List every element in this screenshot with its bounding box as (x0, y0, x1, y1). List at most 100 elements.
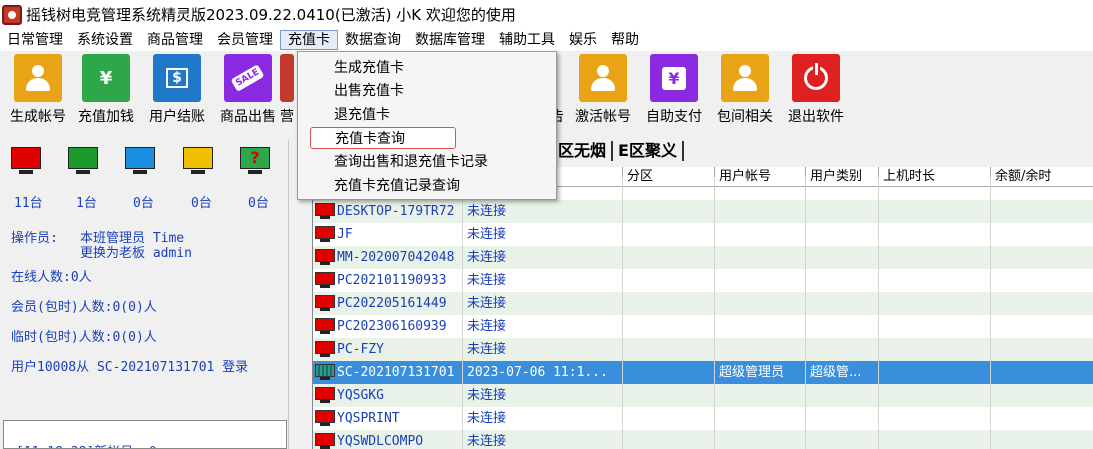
menu-item-card-query[interactable]: 充值卡查询 (310, 127, 456, 149)
menu-entertainment[interactable]: 娱乐 (562, 30, 604, 50)
cell-user-type (806, 200, 879, 223)
cell-duration (879, 269, 991, 292)
cell-status: 未连接 (463, 384, 623, 407)
cell-duration (879, 177, 991, 200)
cell-user-type (806, 430, 879, 449)
cell-duration (879, 223, 991, 246)
cell-account (715, 430, 806, 449)
menu-item-generate-card[interactable]: 生成充值卡 (310, 57, 546, 79)
log-panel[interactable]: [11:18:38]新帐号: 0 (3, 420, 287, 449)
table-row[interactable]: MM-202007042048 未连接 (313, 246, 1093, 269)
computer-icon (315, 203, 335, 220)
menu-item-recharge-records[interactable]: 充值卡充值记录查询 (310, 175, 546, 197)
cell-account (715, 223, 806, 246)
table-row[interactable]: YQSPRINT 未连接 (313, 407, 1093, 430)
money-bag-icon: ¥ (82, 54, 130, 102)
cell-zone (623, 315, 715, 338)
menu-members[interactable]: 会员管理 (210, 30, 280, 50)
private-room-button[interactable]: 包间相关 (709, 54, 781, 126)
table-row[interactable]: PC202205161449 未连接 (313, 292, 1093, 315)
activate-account-button[interactable]: 激活帐号 (567, 54, 639, 126)
table-row[interactable]: PC202101190933 未连接 (313, 269, 1093, 292)
table-row[interactable]: YQSWDLCOMPO 未连接 (313, 430, 1093, 449)
power-icon (792, 54, 840, 102)
cell-machine-name: PC202306160939 (333, 315, 463, 338)
cell-balance (991, 430, 1093, 449)
checkout-button[interactable]: $ 用户结账 (141, 54, 213, 126)
cell-status: 未连接 (463, 223, 623, 246)
exit-button[interactable]: 退出软件 (780, 54, 852, 126)
tab-zone-no-smoking[interactable]: 区无烟 (553, 141, 614, 161)
cell-machine-name: DESKTOP-179TR72 (333, 200, 463, 223)
table-row[interactable]: PC-FZY 未连接 (313, 338, 1093, 361)
cell-machine-name: PC202101190933 (333, 269, 463, 292)
cell-user-type (806, 407, 879, 430)
table-row[interactable]: PC202306160939 未连接 (313, 315, 1093, 338)
operator-line2[interactable]: 更换为老板 admin (80, 242, 192, 261)
menu-item-refund-card[interactable]: 退充值卡 (310, 104, 546, 126)
table-row[interactable]: YQSGKG 未连接 (313, 384, 1093, 407)
self-pay-button[interactable]: ¥ 自助支付 (638, 54, 710, 126)
cell-user-type (806, 292, 879, 315)
cell-user-type: 超级管... (806, 361, 879, 384)
cell-user-type (806, 269, 879, 292)
member-count: 会员(包时)人数:0(0)人 (11, 300, 157, 315)
cell-status: 2023-07-06 11:1... (463, 361, 623, 384)
cell-duration (879, 361, 991, 384)
menu-recharge-card[interactable]: 充值卡 (280, 30, 338, 50)
cell-balance (991, 361, 1093, 384)
cell-duration (879, 315, 991, 338)
count-offline: 11台 (14, 196, 43, 211)
computer-icon (315, 364, 335, 381)
table-row[interactable]: JF 未连接 (313, 223, 1093, 246)
computer-icon (315, 410, 335, 427)
computer-icon (315, 226, 335, 243)
cell-status: 未连接 (463, 269, 623, 292)
user-icon (14, 54, 62, 102)
cell-machine-name: YQSPRINT (333, 407, 463, 430)
menu-products[interactable]: 商品管理 (140, 30, 210, 50)
cell-machine-name: PC202205161449 (333, 292, 463, 315)
cell-duration (879, 246, 991, 269)
menu-settings[interactable]: 系统设置 (70, 30, 140, 50)
cell-status: 未连接 (463, 292, 623, 315)
cell-account (715, 407, 806, 430)
table-row[interactable]: SC-202107131701 2023-07-06 11:1... 超级管理员 超级… (313, 361, 1093, 384)
cell-balance (991, 292, 1093, 315)
create-account-button[interactable]: 生成帐号 (2, 54, 74, 126)
partial-toolbar-button[interactable]: 营 (254, 54, 294, 126)
monitor-red-icon (11, 147, 41, 177)
menu-data-query[interactable]: 数据查询 (338, 30, 408, 50)
cell-duration (879, 384, 991, 407)
monitor-yellow-icon (183, 147, 213, 177)
cell-zone (623, 246, 715, 269)
tab-zone-e[interactable]: E区聚义 (613, 141, 684, 161)
cell-status: 未连接 (463, 200, 623, 223)
cell-balance (991, 407, 1093, 430)
cell-balance (991, 200, 1093, 223)
window-title: 摇钱树电竞管理系统精灵版2023.09.22.0410(已激活) 小K 欢迎您的… (26, 6, 516, 24)
menu-database[interactable]: 数据库管理 (408, 30, 492, 50)
menu-item-sale-refund-records[interactable]: 查询出售和退充值卡记录 (310, 151, 546, 173)
menu-help[interactable]: 帮助 (604, 30, 646, 50)
status-panel: ? 11台 1台 0台 0台 0台 操作员: 本班管理员 Time 更换为老板 … (0, 140, 289, 449)
recharge-card-menu: 生成充值卡 出售充值卡 退充值卡 充值卡查询 查询出售和退充值卡记录 充值卡充值… (297, 51, 557, 200)
login-message: 用户10008从 SC-202107131701 登录 (11, 360, 249, 375)
cell-zone (623, 223, 715, 246)
cell-user-type (806, 246, 879, 269)
operator-label: 操作员: (11, 231, 58, 246)
cell-duration (879, 407, 991, 430)
menu-tools[interactable]: 辅助工具 (492, 30, 562, 50)
recharge-button[interactable]: ¥ 充值加钱 (70, 54, 142, 126)
cell-zone (623, 338, 715, 361)
cell-user-type (806, 177, 879, 200)
cell-status: 未连接 (463, 338, 623, 361)
menu-item-sell-card[interactable]: 出售充值卡 (310, 80, 546, 102)
menu-daily[interactable]: 日常管理 (0, 30, 70, 50)
computer-icon (315, 272, 335, 289)
cell-balance (991, 269, 1093, 292)
table-row[interactable]: DESKTOP-179TR72 未连接 (313, 200, 1093, 223)
cell-zone (623, 384, 715, 407)
cell-status: 未连接 (463, 315, 623, 338)
computer-icon (315, 341, 335, 358)
